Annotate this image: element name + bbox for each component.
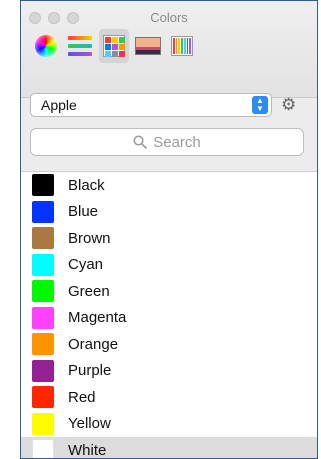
color-list-item[interactable]: Magenta bbox=[21, 305, 317, 332]
color-swatch bbox=[32, 386, 54, 409]
color-list-item[interactable]: Orange bbox=[21, 331, 317, 358]
color-swatch bbox=[32, 253, 54, 276]
color-list: Black Blue Brown Cyan Green Magenta Orange Purp… bbox=[21, 171, 317, 458]
color-list-item[interactable]: Brown bbox=[21, 225, 317, 252]
gear-icon[interactable]: ⚙ bbox=[281, 95, 296, 115]
window-title: Colors bbox=[150, 10, 188, 25]
color-swatch bbox=[32, 359, 54, 382]
palette-selector-value: Apple bbox=[41, 97, 77, 113]
color-sliders-tool[interactable] bbox=[65, 29, 95, 63]
color-list-item[interactable]: White bbox=[21, 437, 317, 459]
color-name: Red bbox=[68, 388, 96, 406]
color-list-item[interactable]: Blue bbox=[21, 199, 317, 226]
color-swatch bbox=[32, 412, 54, 435]
color-list-item[interactable]: Cyan bbox=[21, 252, 317, 279]
color-name: Brown bbox=[68, 229, 111, 247]
color-swatch bbox=[32, 333, 54, 356]
color-name: Green bbox=[68, 282, 110, 300]
pencils-tool[interactable] bbox=[167, 29, 197, 63]
color-name: Yellow bbox=[68, 415, 111, 433]
color-wheel-icon bbox=[35, 35, 57, 57]
color-swatch bbox=[32, 439, 54, 458]
color-list-item[interactable]: Red bbox=[21, 384, 317, 411]
color-swatch bbox=[32, 174, 54, 197]
color-palettes-tool[interactable] bbox=[99, 29, 129, 63]
image-icon bbox=[135, 37, 161, 55]
color-list-item[interactable]: Yellow bbox=[21, 411, 317, 438]
color-list-item[interactable]: Green bbox=[21, 278, 317, 305]
color-list-item[interactable]: Purple bbox=[21, 358, 317, 385]
search-field[interactable]: Search bbox=[30, 128, 304, 156]
color-name: Blue bbox=[68, 203, 99, 221]
color-list-item[interactable]: Black bbox=[21, 172, 317, 199]
image-palettes-tool[interactable] bbox=[133, 29, 163, 63]
color-name: Purple bbox=[68, 362, 112, 380]
search-placeholder: Search bbox=[153, 133, 201, 151]
crayons-icon bbox=[171, 36, 193, 56]
color-swatch bbox=[32, 280, 54, 303]
color-swatch bbox=[32, 227, 54, 250]
color-wheel-tool[interactable] bbox=[31, 29, 61, 63]
titlebar: Colors bbox=[21, 1, 317, 98]
color-name: Magenta bbox=[68, 309, 127, 327]
color-name: White bbox=[68, 441, 107, 459]
color-swatch bbox=[32, 200, 54, 223]
chevron-up-down-icon: ▲ ▼ bbox=[252, 96, 268, 114]
palette-grid-icon bbox=[103, 35, 125, 57]
sliders-icon bbox=[68, 36, 92, 56]
color-swatch bbox=[32, 306, 54, 329]
colors-window: Colors Apple ▲ ▼ ⚙ Search Black Blue Bro… bbox=[20, 0, 318, 459]
toolbar bbox=[31, 29, 201, 63]
color-name: Cyan bbox=[68, 256, 104, 274]
palette-selector[interactable]: Apple ▲ ▼ bbox=[30, 93, 272, 117]
search-icon bbox=[133, 135, 148, 149]
color-name: Orange bbox=[68, 335, 119, 353]
color-name: Black bbox=[68, 176, 105, 194]
